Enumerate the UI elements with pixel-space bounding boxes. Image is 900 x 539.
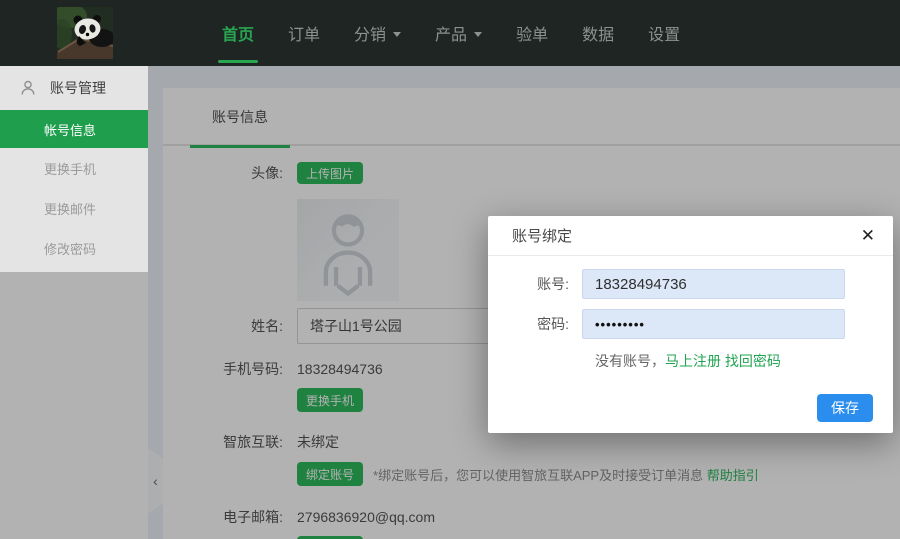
sidebar-item-change-password[interactable]: 修改密码 xyxy=(0,228,148,268)
panda-logo-icon[interactable] xyxy=(57,7,113,59)
person-icon xyxy=(19,79,37,97)
nav-item-verify[interactable]: 验单 xyxy=(499,0,565,66)
account-input[interactable] xyxy=(582,269,845,299)
nav-item-products[interactable]: 产品 xyxy=(418,0,499,66)
chevron-down-icon xyxy=(393,32,401,37)
sidebar-menu: 账号管理 帐号信息 更换手机 更换邮件 修改密码 xyxy=(0,66,148,272)
sidebar-item-change-email[interactable]: 更换邮件 xyxy=(0,188,148,228)
sidebar-item-label: 更换手机 xyxy=(44,159,96,178)
nav-item-label: 首页 xyxy=(222,21,254,45)
modal-header: 账号绑定 ✕ xyxy=(488,216,893,256)
nav-item-data[interactable]: 数据 xyxy=(565,0,631,66)
save-button[interactable]: 保存 xyxy=(817,394,873,422)
close-icon[interactable]: ✕ xyxy=(861,227,875,244)
chevron-down-icon xyxy=(474,32,482,37)
nav-item-label: 产品 xyxy=(435,21,467,45)
password-input[interactable] xyxy=(582,309,845,339)
nav-item-orders[interactable]: 订单 xyxy=(271,0,337,66)
account-bind-modal: 账号绑定 ✕ 账号: 密码: 没有账号，马上注册 找回密码 保存 xyxy=(488,216,893,433)
nav-item-settings[interactable]: 设置 xyxy=(631,0,697,66)
account-label: 账号: xyxy=(488,274,582,294)
no-account-text: 没有账号， xyxy=(595,353,665,369)
nav-item-label: 设置 xyxy=(648,21,680,45)
nav-item-distribution[interactable]: 分销 xyxy=(337,0,418,66)
main-nav: 首页 订单 分销 产品 验单 数据 设置 xyxy=(205,0,697,66)
nav-item-label: 分销 xyxy=(354,21,386,45)
modal-body: 账号: 密码: 没有账号，马上注册 找回密码 保存 xyxy=(488,269,893,371)
recover-password-link[interactable]: 找回密码 xyxy=(725,353,781,369)
sidebar-group-account[interactable]: 账号管理 xyxy=(0,66,148,110)
account-links: 没有账号，马上注册 找回密码 xyxy=(595,351,893,371)
nav-item-label: 验单 xyxy=(516,21,548,45)
sidebar-item-label: 修改密码 xyxy=(44,239,96,258)
sidebar-item-label: 更换邮件 xyxy=(44,199,96,218)
sidebar-item-account-info[interactable]: 帐号信息 xyxy=(0,110,148,148)
register-link[interactable]: 马上注册 xyxy=(665,353,721,369)
app-root: 首页 订单 分销 产品 验单 数据 设置 账号管理 帐号信息 更换手机 更换邮件… xyxy=(0,0,900,539)
password-label: 密码: xyxy=(488,314,582,334)
modal-title: 账号绑定 xyxy=(512,225,572,246)
sidebar-item-label: 帐号信息 xyxy=(44,120,96,139)
top-navbar: 首页 订单 分销 产品 验单 数据 设置 xyxy=(0,0,900,66)
nav-item-label: 订单 xyxy=(288,21,320,45)
sidebar-item-change-phone[interactable]: 更换手机 xyxy=(0,148,148,188)
sidebar-group-label: 账号管理 xyxy=(50,78,106,98)
nav-item-home[interactable]: 首页 xyxy=(205,0,271,66)
nav-item-label: 数据 xyxy=(582,21,614,45)
